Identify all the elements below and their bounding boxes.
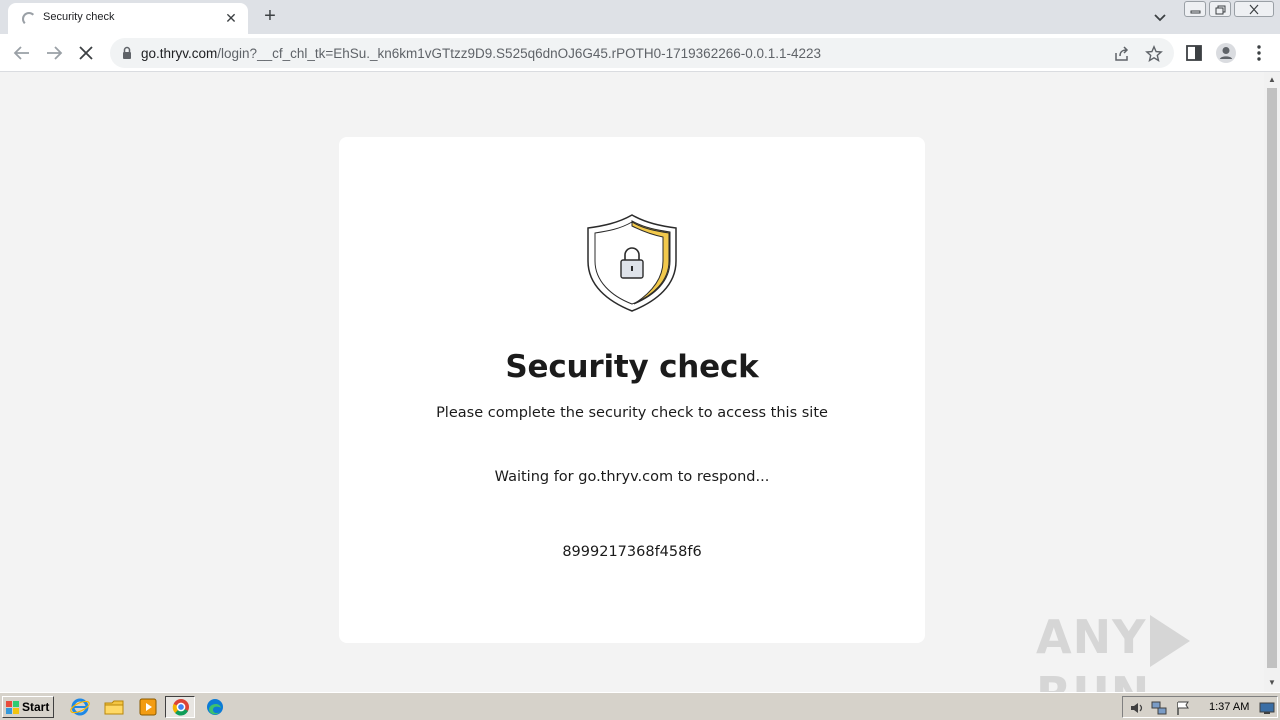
- shield-lock-icon: [587, 214, 677, 312]
- share-icon[interactable]: [1113, 45, 1131, 63]
- tab-close-button[interactable]: ✕: [222, 9, 240, 27]
- chrome-icon: [172, 699, 189, 716]
- start-label: Start: [22, 700, 50, 714]
- side-panel-icon[interactable]: [1184, 43, 1204, 63]
- lock-icon[interactable]: [122, 46, 132, 60]
- restore-icon: [1215, 5, 1226, 15]
- flag-icon[interactable]: [1175, 700, 1191, 716]
- tab-title: Security check: [43, 11, 115, 23]
- chevron-down-icon: [1154, 14, 1166, 22]
- minimize-icon: [1190, 10, 1201, 14]
- address-bar[interactable]: go.thryv.com/login?__cf_chl_tk=EhSu._kn6…: [110, 38, 1174, 68]
- start-button[interactable]: Start: [2, 696, 54, 718]
- tab-strip: Security check ✕ +: [0, 0, 1280, 34]
- close-window-button[interactable]: [1234, 1, 1274, 17]
- clock[interactable]: 1:37 AM: [1209, 701, 1249, 713]
- url-path: /login?__cf_chl_tk=EhSu._kn6km1vGTtzz9D9…: [217, 46, 822, 61]
- tab-security-check[interactable]: Security check ✕: [8, 3, 248, 34]
- browser-toolbar: go.thryv.com/login?__cf_chl_tk=EhSu._kn6…: [0, 34, 1280, 72]
- new-tab-button[interactable]: +: [259, 5, 281, 27]
- status-message: Waiting for go.thryv.com to respond...: [494, 469, 770, 485]
- watermark-left: ANY: [1036, 610, 1147, 664]
- display-icon[interactable]: [1259, 700, 1275, 716]
- bookmark-star-icon[interactable]: [1145, 45, 1163, 63]
- system-tray: 1:37 AM: [1122, 696, 1278, 718]
- windows-logo-icon: [6, 701, 19, 714]
- edge-icon[interactable]: [204, 697, 226, 717]
- vertical-scrollbar[interactable]: ▲ ▼: [1264, 72, 1280, 692]
- url-host: go.thryv.com: [141, 46, 218, 61]
- menu-icon[interactable]: [1249, 43, 1269, 63]
- scrollbar-thumb[interactable]: [1267, 88, 1277, 668]
- page-title: Security check: [505, 349, 759, 385]
- url-text[interactable]: go.thryv.com/login?__cf_chl_tk=EhSu._kn6…: [141, 46, 821, 61]
- restore-button[interactable]: [1209, 1, 1231, 17]
- forward-button[interactable]: [42, 41, 66, 65]
- page-viewport: Security check Please complete the secur…: [0, 72, 1264, 692]
- loading-spinner-icon: [22, 12, 36, 26]
- media-player-icon[interactable]: [137, 697, 159, 717]
- security-check-card: Security check Please complete the secur…: [339, 137, 925, 643]
- ie-icon[interactable]: [69, 697, 91, 717]
- stop-button[interactable]: [74, 41, 98, 65]
- ray-id: 8999217368f458f6: [562, 544, 702, 560]
- taskbar: Start 1:37 AM: [0, 692, 1280, 720]
- stop-icon: [79, 46, 93, 60]
- back-button[interactable]: [10, 41, 34, 65]
- forward-icon: [47, 46, 63, 60]
- page-subtitle: Please complete the security check to ac…: [436, 405, 828, 421]
- chrome-taskbar-button[interactable]: [165, 696, 195, 718]
- volume-icon[interactable]: [1129, 700, 1145, 716]
- profile-icon[interactable]: [1215, 42, 1237, 64]
- explorer-icon[interactable]: [103, 697, 125, 717]
- minimize-button[interactable]: [1184, 1, 1206, 17]
- play-icon: [1150, 614, 1191, 667]
- network-icon[interactable]: [1151, 700, 1167, 716]
- tab-search-button[interactable]: [1150, 7, 1170, 27]
- back-icon: [13, 46, 29, 60]
- scroll-up-icon[interactable]: ▲: [1264, 73, 1280, 87]
- close-icon: [1249, 4, 1259, 15]
